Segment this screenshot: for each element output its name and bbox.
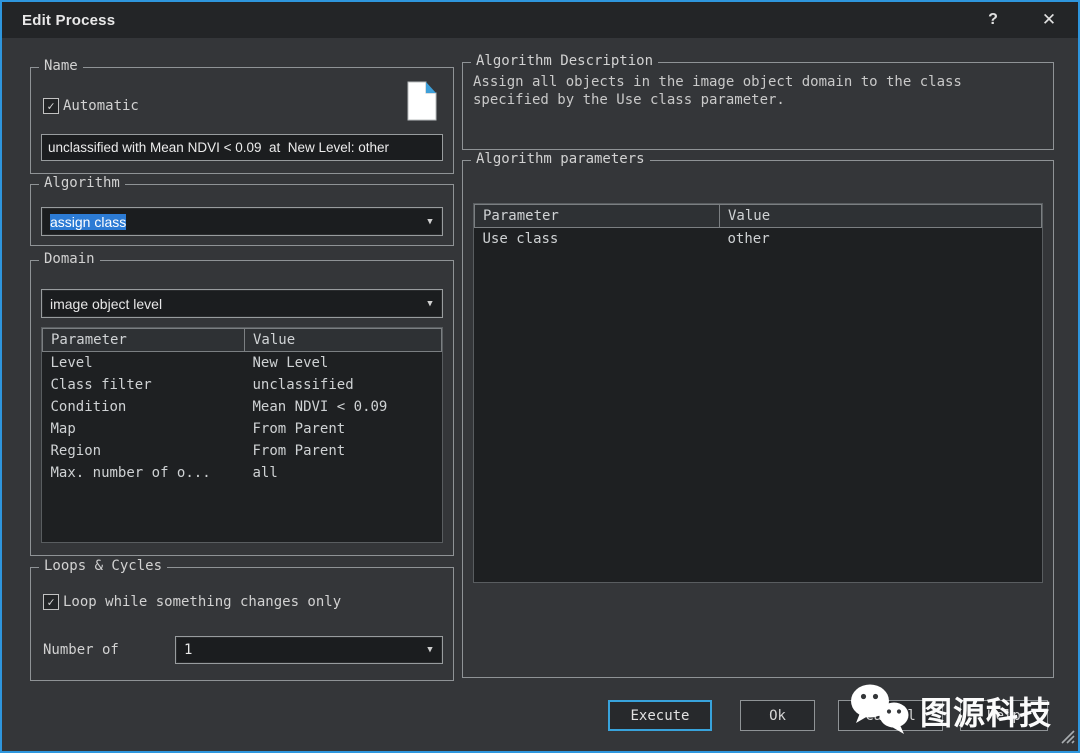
edit-process-dialog: Edit Process ? ✕ Name ✓ Automatic Algori… — [0, 0, 1080, 753]
algorithm-group: Algorithm assign class ▼ — [30, 184, 454, 246]
cancel-button[interactable]: Cancel — [838, 700, 943, 731]
algorithm-combobox[interactable]: assign class ▼ — [41, 207, 443, 236]
ok-button[interactable]: Ok — [740, 700, 815, 731]
loop-checkbox-row[interactable]: ✓ Loop while something changes only — [43, 594, 341, 610]
domain-group: Domain image object level ▼ Parameter Va… — [30, 260, 454, 556]
value-cell: Mean NDVI < 0.09 — [245, 396, 442, 418]
table-row[interactable]: Level New Level — [43, 352, 442, 375]
close-icon[interactable]: ✕ — [1032, 6, 1066, 34]
titlebar[interactable]: Edit Process ? ✕ — [2, 2, 1078, 38]
algorithm-parameters-table: Parameter Value Use class other — [473, 203, 1043, 583]
param-cell: Condition — [43, 396, 245, 418]
new-document-icon[interactable] — [405, 80, 439, 126]
loop-checkbox-label: Loop while something changes only — [63, 594, 341, 610]
table-row[interactable]: Map From Parent — [43, 418, 442, 440]
automatic-checkbox-row[interactable]: ✓ Automatic — [43, 98, 139, 114]
param-cell: Class filter — [43, 374, 245, 396]
check-icon: ✓ — [44, 595, 58, 609]
domain-col-parameter[interactable]: Parameter — [43, 329, 245, 352]
process-name-input[interactable] — [41, 134, 443, 161]
domain-selected-value: image object level — [42, 296, 418, 312]
resize-grip-icon[interactable] — [1059, 728, 1075, 748]
param-cell: Map — [43, 418, 245, 440]
help-button[interactable]: Help — [960, 700, 1048, 731]
number-of-combobox[interactable]: 1 ▼ — [175, 636, 443, 664]
param-cell: Region — [43, 440, 245, 462]
table-row[interactable]: Region From Parent — [43, 440, 442, 462]
algorithm-description-label: Algorithm Description — [471, 53, 658, 69]
value-cell: From Parent — [245, 418, 442, 440]
value-cell: New Level — [245, 352, 442, 375]
algorithm-description-text: Assign all objects in the image object d… — [473, 73, 1043, 109]
value-cell: all — [245, 462, 442, 484]
chevron-down-icon[interactable]: ▼ — [418, 217, 442, 227]
algorithm-parameters-group: Algorithm parameters Parameter Value Use… — [462, 160, 1054, 678]
chevron-down-icon[interactable]: ▼ — [418, 299, 442, 309]
chevron-down-icon[interactable]: ▼ — [418, 645, 442, 655]
automatic-checkbox[interactable]: ✓ — [43, 98, 59, 114]
domain-parameter-table: Parameter Value Level New Level Class fi… — [41, 327, 443, 543]
loop-checkbox[interactable]: ✓ — [43, 594, 59, 610]
table-row[interactable]: Max. number of o... all — [43, 462, 442, 484]
table-header-row: Parameter Value — [475, 205, 1042, 228]
number-of-value: 1 — [176, 642, 418, 658]
execute-button[interactable]: Execute — [608, 700, 712, 731]
params-col-parameter[interactable]: Parameter — [475, 205, 720, 228]
dialog-title: Edit Process — [22, 12, 115, 29]
domain-col-value[interactable]: Value — [245, 329, 442, 352]
domain-combobox[interactable]: image object level ▼ — [41, 289, 443, 318]
algorithm-selected-value: assign class — [42, 214, 418, 230]
param-cell: Use class — [475, 228, 720, 251]
value-cell: From Parent — [245, 440, 442, 462]
help-icon[interactable]: ? — [976, 6, 1010, 34]
table-row[interactable]: Condition Mean NDVI < 0.09 — [43, 396, 442, 418]
loops-cycles-group-label: Loops & Cycles — [39, 558, 167, 574]
algorithm-group-label: Algorithm — [39, 175, 125, 191]
loops-cycles-group: Loops & Cycles ✓ Loop while something ch… — [30, 567, 454, 681]
table-row[interactable]: Use class other — [475, 228, 1042, 251]
check-icon: ✓ — [44, 99, 58, 113]
value-cell: other — [720, 228, 1042, 251]
param-cell: Max. number of o... — [43, 462, 245, 484]
number-of-label: Number of — [43, 642, 119, 658]
value-cell: unclassified — [245, 374, 442, 396]
algorithm-parameters-label: Algorithm parameters — [471, 151, 650, 167]
name-group: Name ✓ Automatic — [30, 67, 454, 174]
param-cell: Level — [43, 352, 245, 375]
algorithm-description-group: Algorithm Description Assign all objects… — [462, 62, 1054, 150]
name-group-label: Name — [39, 58, 83, 74]
domain-group-label: Domain — [39, 251, 100, 267]
automatic-checkbox-label: Automatic — [63, 98, 139, 114]
table-row[interactable]: Class filter unclassified — [43, 374, 442, 396]
params-col-value[interactable]: Value — [720, 205, 1042, 228]
table-header-row: Parameter Value — [43, 329, 442, 352]
